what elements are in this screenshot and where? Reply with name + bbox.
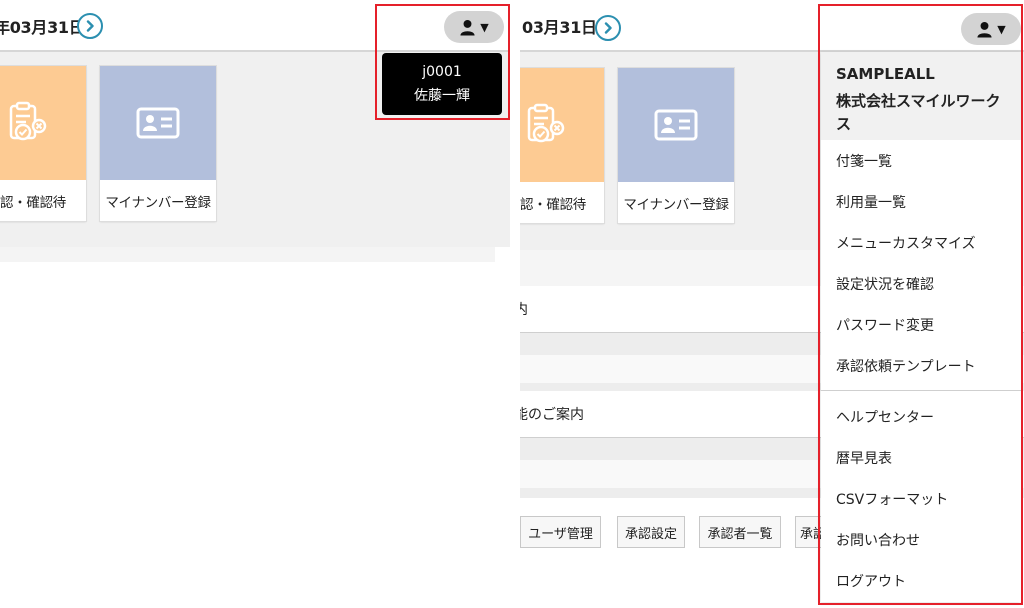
approver-list-button[interactable]: 承認者一覧 xyxy=(699,516,781,548)
date-label: 03月31日 xyxy=(522,18,597,37)
tile-approval-pending[interactable]: 認・確認待 xyxy=(520,68,604,223)
highlight-box xyxy=(818,4,1023,605)
next-date-button[interactable] xyxy=(595,15,621,41)
user-management-button[interactable]: ユーザ管理 xyxy=(520,516,601,548)
tile-image xyxy=(520,68,604,182)
left-screenshot-panel: 年03月31日 ▼ 認・確認待 マイナンバー登録 j0001 佐藤一輝 xyxy=(0,0,510,608)
row-text: 能のご案内 xyxy=(520,407,584,423)
content-strip xyxy=(0,247,495,262)
next-date-button[interactable] xyxy=(77,13,103,39)
clipboard-check-icon xyxy=(9,101,47,141)
date-label: 年03月31日 xyxy=(0,18,85,37)
tile-image xyxy=(100,66,216,180)
right-screenshot-panel: 03月31日 ▼ 認・確認待 マイナンバー登録 内 能のご案内 ユーザ管理 承認… xyxy=(520,0,1024,608)
id-card-icon xyxy=(136,107,180,139)
tile-label: 認・確認待 xyxy=(520,196,586,213)
tile-approval-pending[interactable]: 認・確認待 xyxy=(0,66,86,221)
chevron-right-icon xyxy=(86,20,94,32)
tile-image xyxy=(618,68,734,182)
approval-settings-button[interactable]: 承認設定 xyxy=(617,516,685,548)
tile-label: マイナンバー登録 xyxy=(105,194,211,211)
tile-image xyxy=(0,66,86,180)
highlight-box xyxy=(375,4,510,120)
chevron-right-icon xyxy=(604,22,612,34)
tile-label: マイナンバー登録 xyxy=(623,196,729,213)
tile-my-number-registration[interactable]: マイナンバー登録 xyxy=(100,66,216,221)
clipboard-check-icon xyxy=(527,103,565,143)
id-card-icon xyxy=(654,109,698,141)
tile-my-number-registration[interactable]: マイナンバー登録 xyxy=(618,68,734,223)
row-text: 内 xyxy=(520,302,528,318)
tile-label: 認・確認待 xyxy=(0,194,66,211)
